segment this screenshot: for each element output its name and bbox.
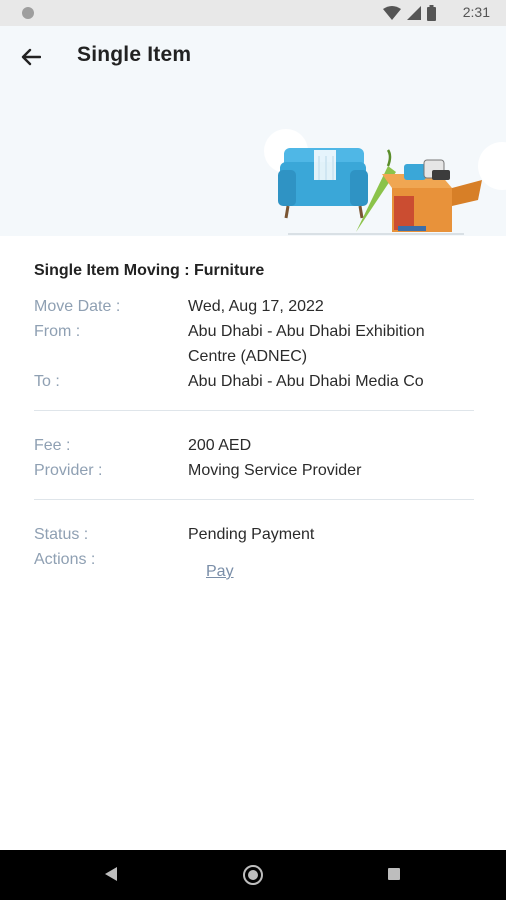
furniture-illustration [264,129,506,235]
status-row: Status : Pending Payment [34,522,474,547]
back-arrow-icon [21,48,41,66]
fee-value: 200 AED [188,437,252,454]
status-value: Pending Payment [188,526,315,543]
to-row: To : Abu Dhabi - Abu Dhabi Media Co [34,369,474,394]
battery-icon [427,5,436,21]
section-title: Single Item Moving : Furniture [34,262,265,279]
status-label: Status : [34,526,89,543]
nav-recents-icon[interactable] [388,868,400,880]
status-bar: 2:31 [0,0,506,26]
actions-value: Pay [188,547,234,584]
back-button[interactable] [16,42,46,72]
status-icons [383,5,436,21]
from-row: From : Abu Dhabi - Abu Dhabi Exhibition … [34,319,474,369]
signal-icon [407,6,421,20]
move-date-row: Move Date : Wed, Aug 17, 2022 [34,294,474,319]
pay-link[interactable]: Pay [206,559,234,584]
page-title: Single Item [77,43,192,66]
move-date-value: Wed, Aug 17, 2022 [188,298,324,315]
move-date-label: Move Date : [34,298,121,315]
nav-home-icon[interactable] [243,865,263,885]
wifi-icon [383,6,401,20]
divider [34,499,474,500]
divider [34,410,474,411]
fee-row: Fee : 200 AED [34,433,474,458]
provider-label: Provider : [34,462,103,479]
from-label: From : [34,323,81,340]
nav-back-icon[interactable] [105,867,117,881]
actions-label: Actions : [34,551,96,568]
header-banner: Single Item [0,26,506,236]
notification-dot-icon [22,7,34,19]
navigation-bar [0,850,506,900]
status-time: 2:31 [462,4,490,20]
to-label: To : [34,373,60,390]
actions-row: Actions : Pay [34,547,474,584]
from-line-1: Abu Dhabi - Abu Dhabi Exhibition [188,323,425,340]
from-line-2: Centre (ADNEC) [188,348,308,365]
provider-row: Provider : Moving Service Provider [34,458,474,483]
fee-label: Fee : [34,437,71,454]
from-value: Abu Dhabi - Abu Dhabi Exhibition Centre … [188,319,425,369]
to-value: Abu Dhabi - Abu Dhabi Media Co [188,373,424,390]
booking-details: Single Item Moving : Furniture Move Date… [34,262,474,584]
provider-value: Moving Service Provider [188,462,362,479]
